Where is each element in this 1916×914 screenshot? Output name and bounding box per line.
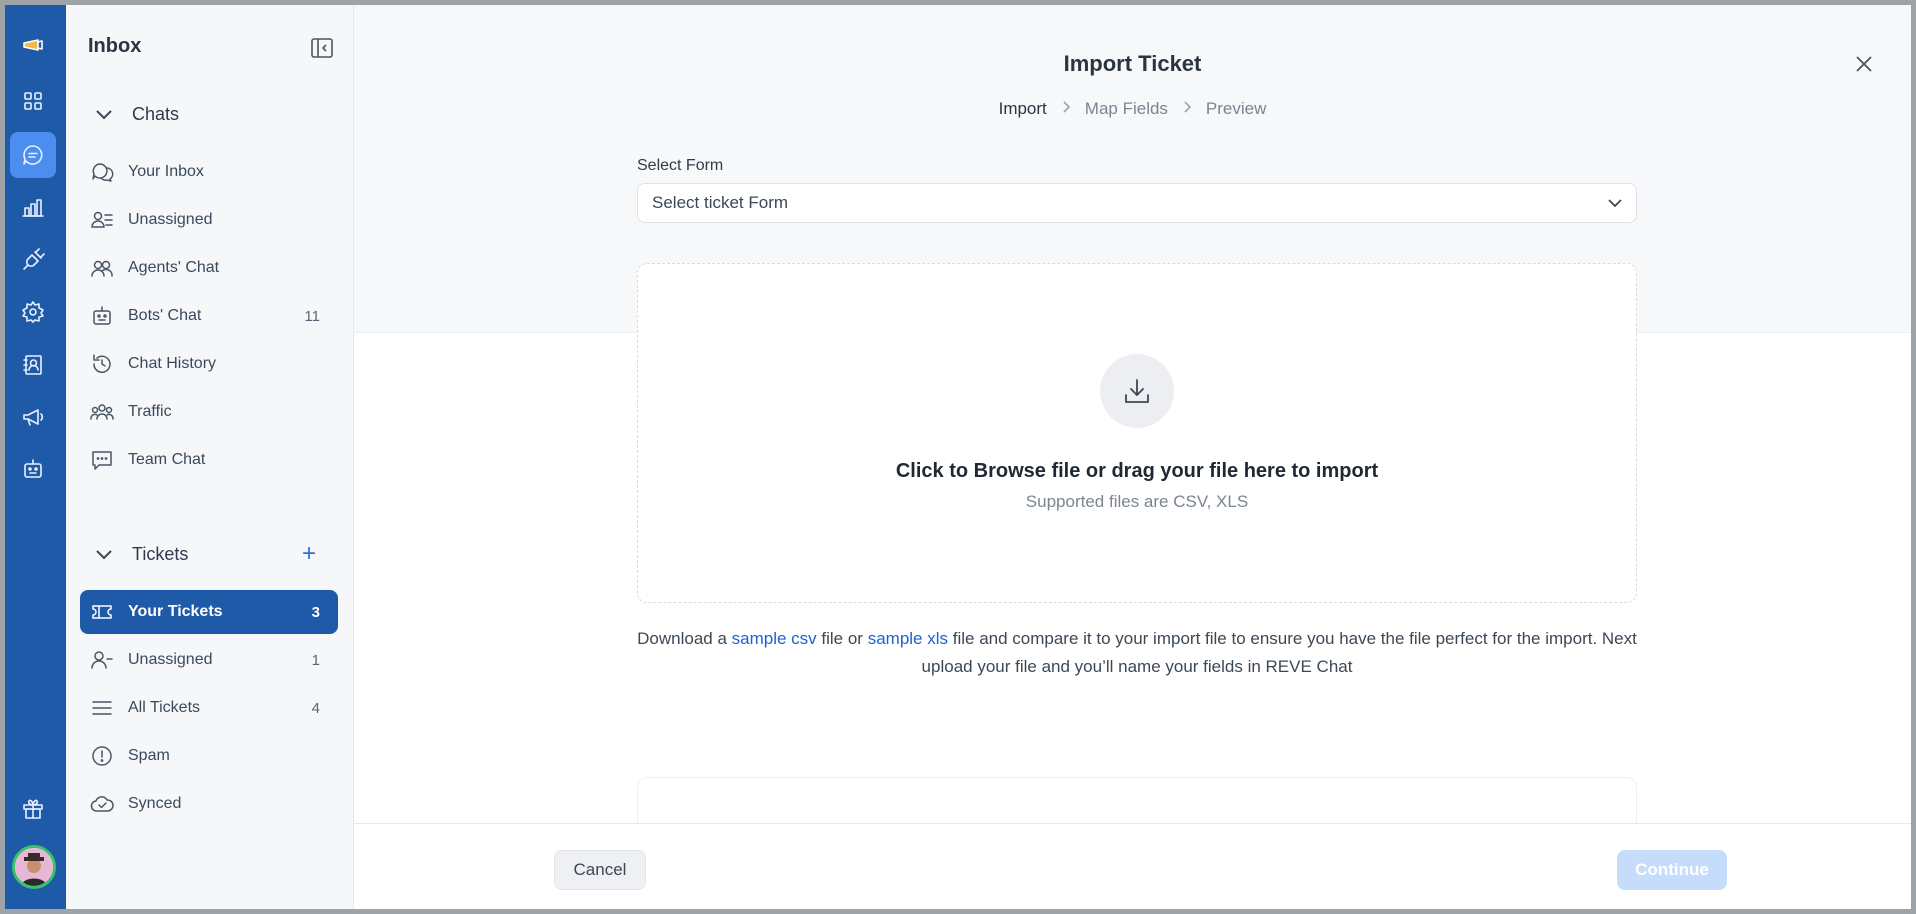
- sidebar-item-label: Your Inbox: [128, 163, 204, 180]
- item-count: 3: [311, 603, 320, 621]
- user-avatar[interactable]: [12, 845, 56, 889]
- item-count: 4: [311, 699, 320, 717]
- dashboard-icon[interactable]: [10, 78, 56, 124]
- ticket-icon: [90, 600, 114, 624]
- integrations-icon[interactable]: [10, 237, 56, 283]
- contacts-icon[interactable]: [10, 342, 56, 388]
- sidebar-item-synced[interactable]: Synced: [80, 782, 338, 826]
- select-form-placeholder: Select ticket Form: [652, 193, 789, 212]
- chat-bubbles-icon: [90, 160, 114, 184]
- sidebar-item-label: Spam: [128, 747, 170, 764]
- bot-icon: [90, 304, 114, 328]
- alert-circle-icon: [90, 744, 114, 768]
- sidebar-item-label: Team Chat: [128, 451, 206, 468]
- chevron-down-icon: [1606, 194, 1624, 212]
- sidebar-item-label: Chat History: [128, 355, 217, 372]
- import-ticket-panel: Import Ticket Import Map Fields Preview …: [354, 5, 1911, 909]
- continue-button[interactable]: Continue: [1617, 850, 1727, 890]
- sidebar-item-bots-chat[interactable]: Bots' Chat 11: [80, 294, 338, 338]
- sidebar-item-label: All Tickets: [128, 699, 201, 716]
- chevron-right-icon: [1168, 99, 1206, 119]
- user-list-icon: [90, 208, 114, 232]
- sidebar-item-label: Unassigned: [128, 211, 213, 228]
- sidebar-item-your-inbox[interactable]: Your Inbox: [80, 150, 338, 194]
- sidebar-item-your-tickets[interactable]: Your Tickets 3: [80, 590, 338, 634]
- sidebar-item-traffic[interactable]: Traffic: [80, 390, 338, 434]
- sidebar-item-unassigned-tickets[interactable]: Unassigned 1: [80, 638, 338, 682]
- help-text: file and compare it to your import file …: [921, 629, 1637, 676]
- cloud-check-icon: [90, 792, 114, 816]
- dropzone-supported-files: Supported files are CSV, XLS: [1025, 492, 1249, 511]
- history-icon: [90, 352, 114, 376]
- item-count: 1: [311, 651, 320, 669]
- tickets-section-label: Tickets: [132, 543, 189, 564]
- user-minus-icon: [90, 648, 114, 672]
- chats-section-toggle[interactable]: Chats: [94, 102, 179, 126]
- sidebar-item-spam[interactable]: Spam: [80, 734, 338, 778]
- sidebar-item-label: Unassigned: [128, 651, 213, 668]
- sidebar-title: Inbox: [88, 35, 142, 57]
- download-icon: [1100, 354, 1174, 428]
- sidebar-item-all-tickets[interactable]: All Tickets 4: [80, 686, 338, 730]
- gift-icon[interactable]: [10, 786, 56, 832]
- traffic-icon: [90, 400, 114, 424]
- modal-footer: Cancel Continue: [354, 823, 1911, 909]
- sidebar-item-label: Your Tickets: [128, 603, 223, 620]
- agents-icon: [90, 256, 114, 280]
- inbox-sidebar: Inbox Chats Your Inbox Unassigned Agents…: [66, 5, 354, 909]
- chat-icon[interactable]: [10, 132, 56, 178]
- step-preview: Preview: [1205, 99, 1267, 118]
- import-steps-breadcrumb: Import Map Fields Preview: [354, 99, 1911, 119]
- icon-rail: [5, 5, 66, 909]
- select-form-label: Select Form: [637, 157, 724, 174]
- sidebar-item-unassigned-chats[interactable]: Unassigned: [80, 198, 338, 242]
- sidebar-item-label: Agents' Chat: [128, 259, 220, 276]
- sidebar-item-team-chat[interactable]: Team Chat: [80, 438, 338, 482]
- chevron-right-icon: [1047, 99, 1085, 119]
- sample-csv-link[interactable]: sample csv: [732, 629, 817, 648]
- select-form-dropdown[interactable]: Select ticket Form: [637, 183, 1637, 223]
- sidebar-item-chat-history[interactable]: Chat History: [80, 342, 338, 386]
- chevron-down-icon: [96, 550, 112, 560]
- chats-section-label: Chats: [132, 103, 180, 124]
- dropzone-instruction: Click to Browse file or drag your file h…: [895, 460, 1379, 482]
- logo-icon[interactable]: [10, 23, 56, 69]
- add-ticket-button[interactable]: +: [302, 542, 316, 566]
- collapse-sidebar-icon[interactable]: [310, 37, 334, 59]
- help-text: Download a: [637, 629, 732, 648]
- settings-icon[interactable]: [10, 289, 56, 335]
- cancel-button[interactable]: Cancel: [554, 850, 646, 890]
- sample-download-help: Download a sample csv file or sample xls…: [637, 625, 1637, 681]
- sidebar-item-label: Synced: [128, 795, 182, 812]
- bot-icon[interactable]: [10, 446, 56, 492]
- chevron-down-icon: [96, 110, 112, 120]
- item-count: 11: [304, 307, 320, 325]
- sidebar-item-agents-chat[interactable]: Agents' Chat: [80, 246, 338, 290]
- app-window: Inbox Chats Your Inbox Unassigned Agents…: [5, 5, 1911, 909]
- step-map-fields: Map Fields: [1084, 99, 1168, 118]
- step-import: Import: [998, 99, 1047, 118]
- close-icon[interactable]: [1853, 53, 1875, 75]
- sidebar-item-label: Bots' Chat: [128, 307, 202, 324]
- team-chat-icon: [90, 448, 114, 472]
- sample-xls-link[interactable]: sample xls: [868, 629, 948, 648]
- page-title: Import Ticket: [1063, 51, 1202, 76]
- sidebar-item-label: Traffic: [128, 403, 172, 420]
- list-icon: [90, 696, 114, 720]
- campaign-icon[interactable]: [10, 394, 56, 440]
- help-text: file or: [816, 629, 868, 648]
- tickets-section-toggle[interactable]: Tickets: [94, 542, 188, 566]
- file-dropzone[interactable]: Click to Browse file or drag your file h…: [637, 263, 1637, 603]
- analytics-icon[interactable]: [10, 185, 56, 231]
